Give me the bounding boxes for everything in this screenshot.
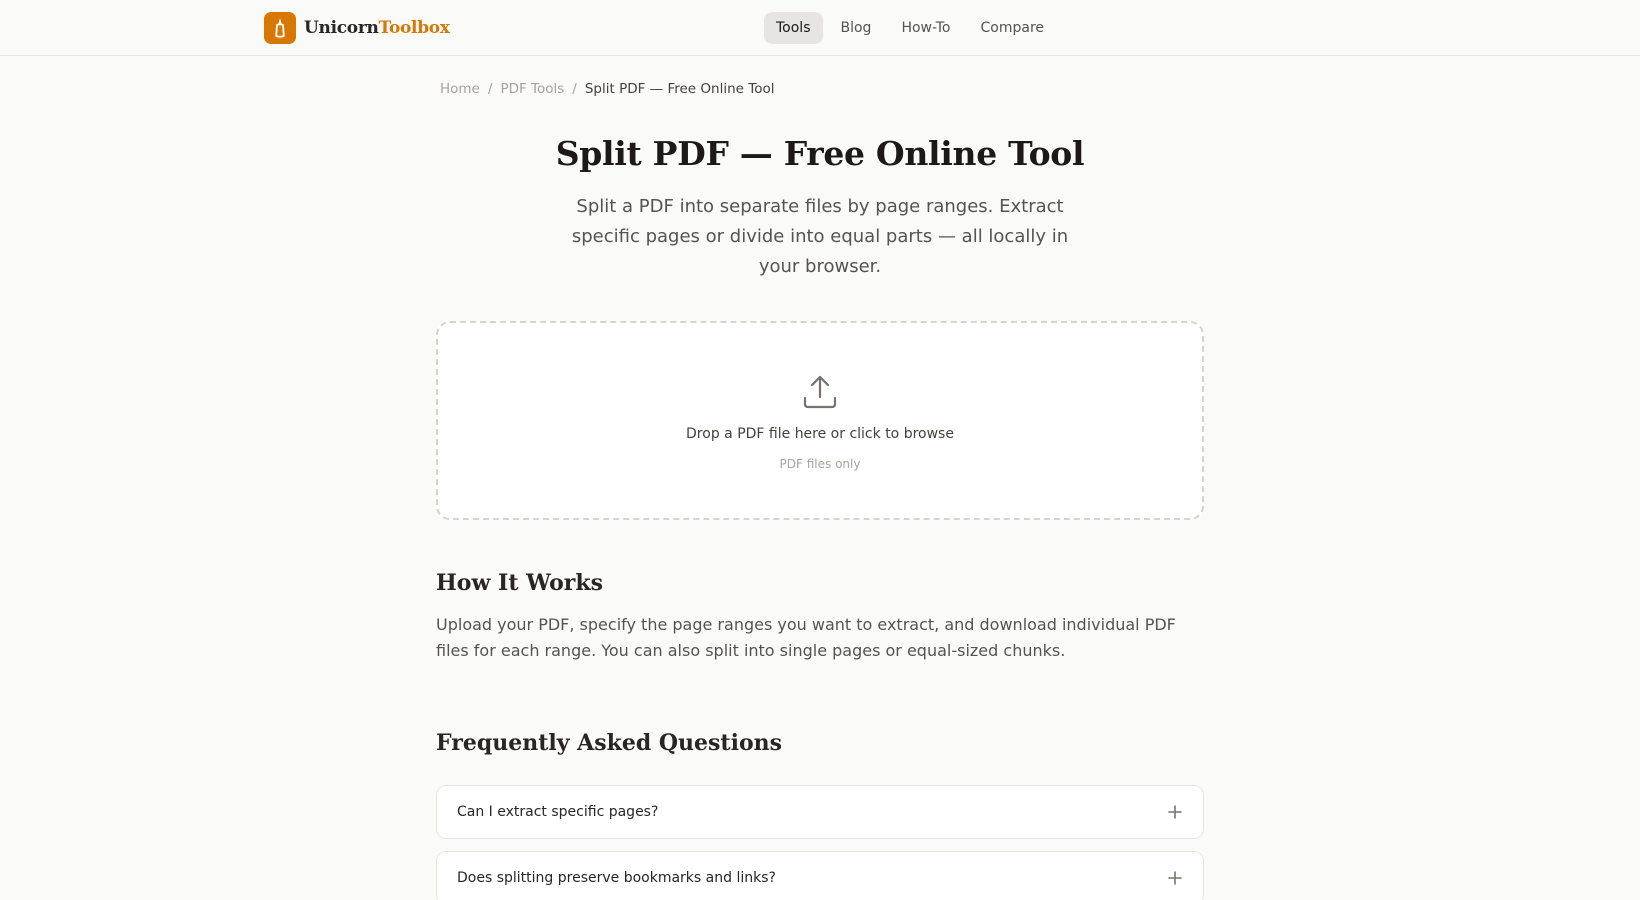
plus-icon (1168, 805, 1182, 819)
unicorn-logo-icon (264, 12, 296, 44)
page-subtitle: Split a PDF into separate files by page … (571, 196, 1069, 277)
logo-name: Unicorn (304, 18, 379, 38)
faq-item[interactable]: Does splitting preserve bookmarks and li… (436, 851, 1204, 900)
faq-question: Can I extract specific pages? (457, 804, 659, 820)
nav-item-compare[interactable]: Compare (969, 12, 1057, 44)
how-it-works-body: Upload your PDF, specify the page ranges… (436, 615, 1176, 660)
upload-icon (803, 375, 837, 409)
faq-item[interactable]: Can I extract specific pages? (436, 785, 1204, 839)
faq-question: Does splitting preserve bookmarks and li… (457, 870, 776, 886)
dropzone-hint: PDF files only (779, 457, 861, 471)
logo-accent: Toolbox (378, 18, 450, 38)
breadcrumb-separator: / (572, 81, 577, 97)
dropzone-label: Drop a PDF file here or click to browse (686, 426, 954, 442)
pdf-dropzone[interactable]: Drop a PDF file here or click to browse … (436, 321, 1204, 520)
faq-heading: Frequently Asked Questions (436, 730, 783, 756)
breadcrumb-separator: / (487, 81, 493, 97)
site-header: UnicornToolbox Tools Blog How-To Compare (0, 0, 1640, 56)
page-title: Split PDF — Free Online Tool (555, 134, 1085, 173)
breadcrumb-home[interactable]: Home (440, 81, 480, 97)
nav-item-blog[interactable]: Blog (829, 12, 884, 44)
site-logo[interactable]: UnicornToolbox (264, 12, 450, 44)
breadcrumb: Home / PDF Tools / Split PDF — Free Onli… (440, 81, 774, 97)
nav-item-how-to[interactable]: How-To (889, 12, 962, 44)
logo-wordmark: UnicornToolbox (304, 18, 450, 38)
how-it-works-heading: How It Works (436, 570, 603, 596)
breadcrumb-pdf-tools[interactable]: PDF Tools (500, 81, 564, 97)
plus-icon (1168, 871, 1182, 885)
nav-item-tools[interactable]: Tools (764, 12, 823, 44)
main-nav: Tools Blog How-To Compare (764, 12, 1056, 44)
breadcrumb-current: Split PDF — Free Online Tool (584, 81, 775, 97)
